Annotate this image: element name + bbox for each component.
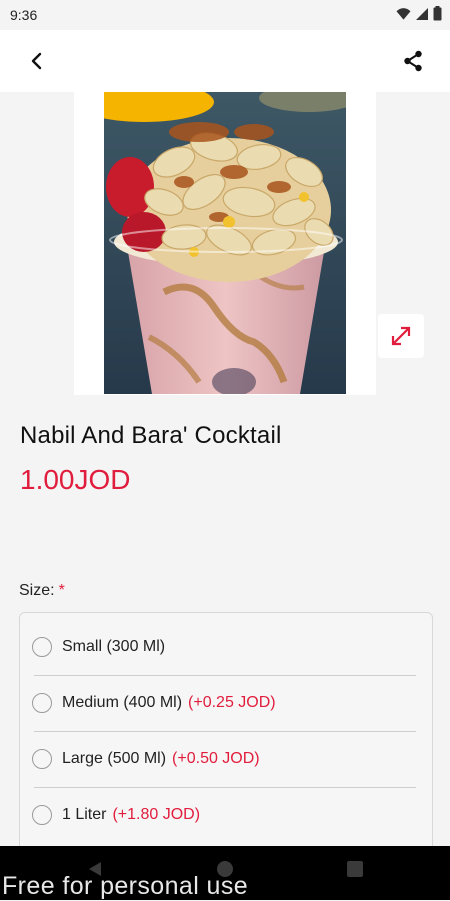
option-extra-price: (+0.50 JOD) (172, 750, 260, 767)
product-image-area (0, 92, 450, 395)
nav-back-icon[interactable] (86, 860, 104, 878)
size-options-group: Small (300 Ml) Medium (400 Ml) (+0.25 JO… (19, 612, 433, 874)
battery-icon (433, 6, 442, 21)
nav-home-icon[interactable] (216, 860, 234, 878)
option-extra-price: (+1.80 JOD) (112, 806, 201, 823)
size-option-1-liter[interactable]: 1 Liter (+1.80 JOD) (32, 787, 416, 843)
status-icons (396, 6, 442, 21)
size-label-text: Size: (19, 582, 55, 599)
status-bar: 9:36 (0, 0, 450, 30)
expand-image-button[interactable] (378, 314, 424, 358)
product-title: Nabil And Bara' Cocktail (20, 422, 282, 449)
expand-icon (391, 326, 411, 346)
signal-icon (416, 7, 428, 20)
size-option-large[interactable]: Large (500 Ml) (+0.50 JOD) (32, 731, 416, 787)
radio-button[interactable] (32, 693, 52, 713)
option-label: Large (500 Ml) (62, 750, 167, 767)
size-option-medium[interactable]: Medium (400 Ml) (+0.25 JOD) (32, 675, 416, 731)
size-option-small[interactable]: Small (300 Ml) (32, 619, 416, 675)
system-nav-bar (0, 846, 450, 900)
radio-button[interactable] (32, 749, 52, 769)
size-section-label: Size: * (19, 582, 65, 600)
back-button[interactable] (20, 44, 54, 78)
share-button[interactable] (396, 44, 430, 78)
product-image-panel (74, 92, 376, 395)
status-time: 9:36 (10, 7, 38, 23)
option-label: 1 Liter (62, 806, 107, 823)
radio-button[interactable] (32, 637, 52, 657)
option-extra-price: (+0.25 JOD) (188, 694, 276, 711)
radio-button[interactable] (32, 805, 52, 825)
wifi-icon (396, 7, 411, 20)
arrow-back-icon (31, 52, 42, 70)
option-label: Medium (400 Ml) (62, 694, 183, 711)
app-bar (0, 30, 450, 92)
product-image[interactable] (104, 92, 346, 394)
required-mark: * (58, 582, 65, 599)
nav-recents-icon[interactable] (346, 860, 364, 878)
product-price: 1.00JOD (20, 464, 131, 495)
share-icon (404, 50, 422, 72)
option-label: Small (300 Ml) (62, 638, 166, 655)
